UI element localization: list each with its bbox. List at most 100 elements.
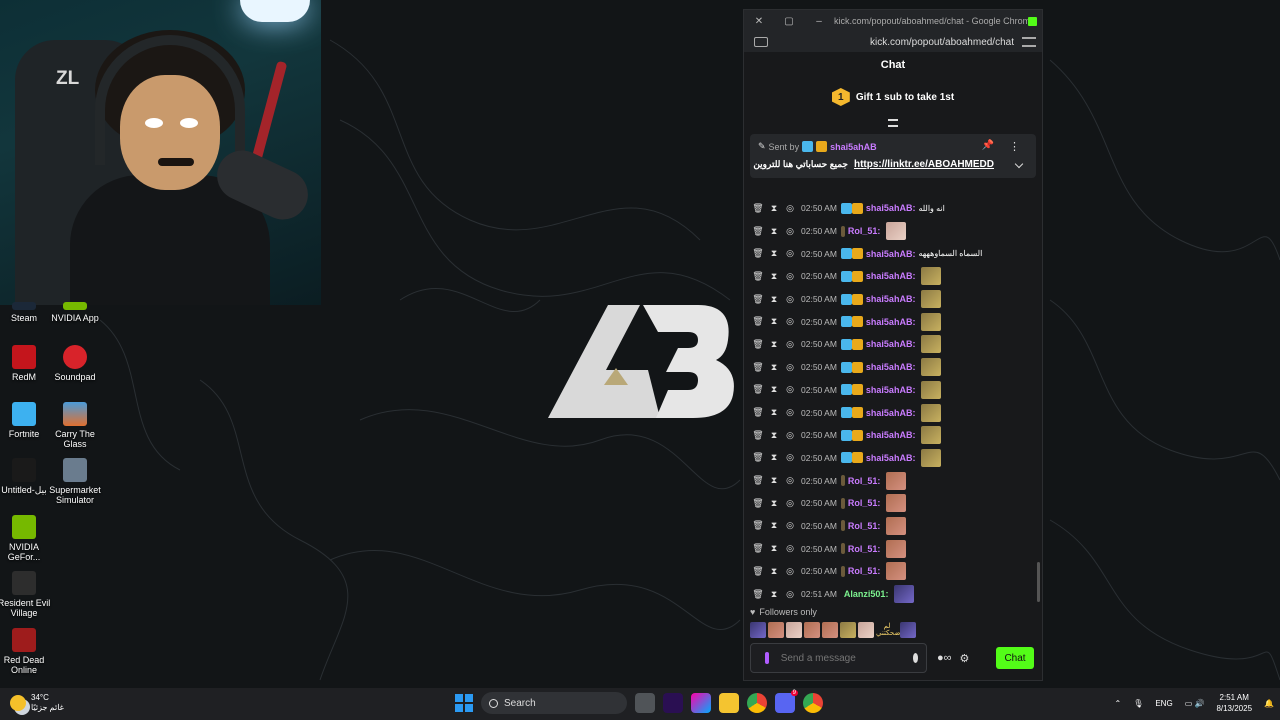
timeout-icon[interactable]: ⧗ — [766, 430, 782, 441]
desktop-icon-carry-the-glass[interactable]: Carry The Glass — [43, 402, 107, 449]
photos-icon[interactable] — [691, 693, 711, 713]
desktop-icon-soundpad[interactable]: Soundpad — [43, 345, 107, 382]
timeout-icon[interactable]: ⧗ — [766, 452, 782, 463]
delete-message-icon[interactable]: 🗑 — [750, 452, 766, 463]
pinned-link[interactable]: https://linktr.ee/ABOAHMEDD — [854, 159, 994, 170]
message-username[interactable]: Rol_51: — [848, 566, 881, 576]
desktop-icon-supermarket-simulator[interactable]: Supermarket Simulator — [43, 458, 107, 505]
delete-message-icon[interactable]: 🗑 — [750, 543, 766, 554]
pinned-username[interactable]: shai5ahAB — [830, 142, 877, 152]
message-username[interactable]: Rol_51: — [848, 226, 881, 236]
desktop-icon-resident-evil[interactable]: Resident Evil Village — [0, 571, 56, 618]
ban-icon[interactable]: ◎ — [782, 430, 798, 441]
delete-message-icon[interactable]: 🗑 — [750, 475, 766, 486]
emoji-icon[interactable] — [912, 653, 918, 663]
emote-text[interactable]: لم ضحكتني — [876, 623, 900, 637]
timeout-icon[interactable]: ⧗ — [766, 407, 782, 418]
language-indicator[interactable]: ENG — [1155, 699, 1172, 708]
ban-icon[interactable]: ◎ — [782, 362, 798, 373]
ban-icon[interactable]: ◎ — [782, 384, 798, 395]
ban-icon[interactable]: ◎ — [782, 407, 798, 418]
timeout-icon[interactable]: ⧗ — [766, 566, 782, 577]
ban-icon[interactable]: ◎ — [782, 226, 798, 237]
chevron-down-icon[interactable] — [1014, 159, 1024, 169]
microphone-icon[interactable] — [765, 652, 769, 664]
ban-icon[interactable]: ◎ — [782, 475, 798, 486]
delete-message-icon[interactable]: 🗑 — [750, 203, 766, 214]
emote-button[interactable] — [840, 622, 856, 638]
desktop-icon-nvidia-geforce[interactable]: NVIDIA GeFor... — [0, 515, 56, 562]
timeout-icon[interactable]: ⧗ — [766, 520, 782, 531]
timeout-icon[interactable]: ⧗ — [766, 362, 782, 373]
timeout-icon[interactable]: ⧗ — [766, 316, 782, 327]
send-chat-button[interactable]: Chat — [996, 647, 1034, 669]
desktop-icon-red-dead-online[interactable]: Red Dead Online — [0, 628, 56, 675]
emote-button[interactable] — [750, 622, 766, 638]
ban-icon[interactable]: ◎ — [782, 271, 798, 282]
ban-icon[interactable]: ◎ — [782, 520, 798, 531]
minimize-icon[interactable]: – — [804, 16, 834, 27]
message-input[interactable] — [780, 652, 913, 664]
ban-icon[interactable]: ◎ — [782, 452, 798, 463]
message-username[interactable]: Rol_51: — [848, 521, 881, 531]
ban-icon[interactable]: ◎ — [782, 248, 798, 259]
emote-button[interactable] — [768, 622, 784, 638]
chrome-icon[interactable] — [747, 693, 767, 713]
more-options-icon[interactable]: ⋮ — [1009, 140, 1020, 153]
delete-message-icon[interactable]: 🗑 — [750, 520, 766, 531]
network-volume-icons[interactable]: ▭ 🔊 — [1185, 699, 1205, 708]
delete-message-icon[interactable]: 🗑 — [750, 294, 766, 305]
ban-icon[interactable]: ◎ — [782, 339, 798, 350]
timeout-icon[interactable]: ⧗ — [766, 475, 782, 486]
collapse-banner-button[interactable] — [744, 116, 1042, 130]
delete-message-icon[interactable]: 🗑 — [750, 339, 766, 350]
message-username[interactable]: Rol_51: — [848, 544, 881, 554]
emote-button[interactable] — [786, 622, 802, 638]
timeout-icon[interactable]: ⧗ — [766, 589, 782, 600]
message-username[interactable]: Rol_51: — [848, 498, 881, 508]
premiere-pro-icon[interactable] — [663, 693, 683, 713]
ban-icon[interactable]: ◎ — [782, 498, 798, 509]
chrome-icon[interactable] — [803, 693, 823, 713]
delete-message-icon[interactable]: 🗑 — [750, 430, 766, 441]
emote-button[interactable] — [900, 622, 916, 638]
ban-icon[interactable]: ◎ — [782, 316, 798, 327]
emote-button[interactable] — [804, 622, 820, 638]
ban-icon[interactable]: ◎ — [782, 589, 798, 600]
timeout-icon[interactable]: ⧗ — [766, 543, 782, 554]
message-username[interactable]: Rol_51: — [848, 476, 881, 486]
ban-icon[interactable]: ◎ — [782, 543, 798, 554]
weather-widget[interactable]: 34°C غائم جزئيًا — [10, 693, 64, 713]
delete-message-icon[interactable]: 🗑 — [750, 271, 766, 282]
tune-icon[interactable] — [1022, 37, 1036, 47]
close-icon[interactable]: ✕ — [744, 16, 774, 27]
site-info-icon[interactable] — [754, 37, 768, 47]
emote-button[interactable] — [822, 622, 838, 638]
message-username[interactable]: shai5ahAB: — [866, 385, 916, 395]
task-view-icon[interactable] — [635, 693, 655, 713]
file-explorer-icon[interactable] — [719, 693, 739, 713]
url-text[interactable]: kick.com/popout/aboahmed/chat — [776, 37, 1022, 48]
start-button[interactable] — [455, 694, 473, 712]
timeout-icon[interactable]: ⧗ — [766, 294, 782, 305]
taskbar-search[interactable]: Search — [481, 692, 627, 714]
message-username[interactable]: shai5ahAB: — [866, 339, 916, 349]
timeout-icon[interactable]: ⧗ — [766, 248, 782, 259]
message-username[interactable]: shai5ahAB: — [866, 317, 916, 327]
delete-message-icon[interactable]: 🗑 — [750, 498, 766, 509]
unpin-icon[interactable]: 📌 — [982, 140, 994, 151]
message-username[interactable]: Alanzi501: — [844, 589, 889, 599]
message-username[interactable]: shai5ahAB: — [866, 408, 916, 418]
delete-message-icon[interactable]: 🗑 — [750, 362, 766, 373]
ban-icon[interactable]: ◎ — [782, 294, 798, 305]
ban-icon[interactable]: ◎ — [782, 203, 798, 214]
timeout-icon[interactable]: ⧗ — [766, 203, 782, 214]
message-username[interactable]: shai5ahAB: — [866, 362, 916, 372]
message-username[interactable]: shai5ahAB: — [866, 430, 916, 440]
taskbar-clock[interactable]: 2:51 AM 8/13/2025 — [1216, 692, 1252, 714]
microphone-tray-icon[interactable]: 🎙 — [1133, 699, 1143, 708]
message-username[interactable]: shai5ahAB: — [866, 294, 916, 304]
timeout-icon[interactable]: ⧗ — [766, 226, 782, 237]
emote-button[interactable] — [858, 622, 874, 638]
maximize-icon[interactable]: ▢ — [774, 16, 804, 27]
